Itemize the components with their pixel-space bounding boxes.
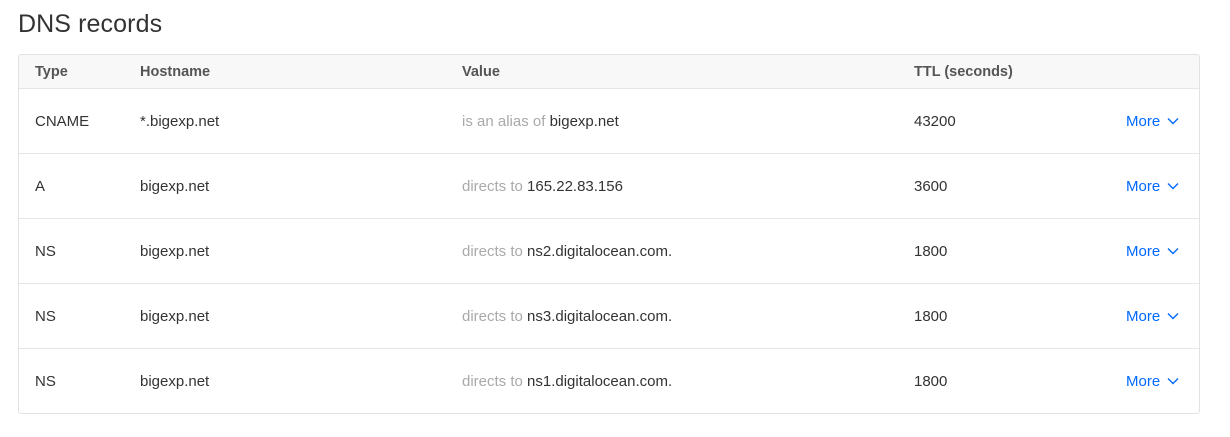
record-hostname: bigexp.net: [140, 372, 210, 390]
record-value-prefix: directs to: [462, 372, 523, 390]
record-hostname: bigexp.net: [140, 242, 210, 260]
chevron-down-icon: [1167, 183, 1179, 190]
record-value: bigexp.net: [549, 112, 619, 130]
column-header-type: Type: [35, 63, 68, 80]
more-button[interactable]: More: [1126, 113, 1179, 130]
table-row: A bigexp.net directs to 165.22.83.156 36…: [19, 153, 1199, 218]
more-button[interactable]: More: [1126, 308, 1179, 325]
record-value-cell: directs to 165.22.83.156: [462, 178, 623, 195]
table-row: NS bigexp.net directs to ns1.digitalocea…: [19, 348, 1199, 413]
more-button[interactable]: More: [1126, 178, 1179, 195]
record-type: NS: [35, 242, 56, 260]
record-value-cell: directs to ns3.digitalocean.com.: [462, 308, 672, 325]
table-row: NS bigexp.net directs to ns3.digitalocea…: [19, 283, 1199, 348]
record-value-prefix: is an alias of: [462, 112, 546, 130]
page-title: DNS records: [18, 10, 163, 38]
record-hostname: *.bigexp.net: [140, 112, 220, 130]
table-row: NS bigexp.net directs to ns2.digitalocea…: [19, 218, 1199, 283]
record-value-prefix: directs to: [462, 177, 523, 195]
chevron-down-icon: [1167, 378, 1179, 385]
record-hostname: bigexp.net: [140, 177, 210, 195]
record-type: NS: [35, 307, 56, 325]
dns-records-table: Type Hostname Value TTL (seconds) CNAME …: [18, 54, 1200, 414]
record-value-cell: directs to ns2.digitalocean.com.: [462, 243, 672, 260]
record-ttl: 1800: [914, 242, 948, 260]
more-button-label: More: [1126, 177, 1161, 195]
record-value-prefix: directs to: [462, 307, 523, 325]
chevron-down-icon: [1167, 313, 1179, 320]
record-value: 165.22.83.156: [527, 177, 623, 195]
more-button-label: More: [1126, 307, 1161, 325]
record-ttl: 1800: [914, 372, 948, 390]
chevron-down-icon: [1167, 118, 1179, 125]
record-type: CNAME: [35, 112, 90, 130]
record-type: A: [35, 177, 46, 195]
column-header-value: Value: [462, 63, 500, 80]
chevron-down-icon: [1167, 248, 1179, 255]
more-button-label: More: [1126, 112, 1161, 130]
record-hostname: bigexp.net: [140, 307, 210, 325]
record-value: ns1.digitalocean.com.: [527, 372, 673, 390]
record-value-cell: is an alias of bigexp.net: [462, 113, 619, 130]
more-button[interactable]: More: [1126, 243, 1179, 260]
record-value-cell: directs to ns1.digitalocean.com.: [462, 373, 672, 390]
table-row: CNAME *.bigexp.net is an alias of bigexp…: [19, 88, 1199, 153]
record-ttl: 1800: [914, 307, 948, 325]
record-ttl: 43200: [914, 112, 956, 130]
record-ttl: 3600: [914, 177, 948, 195]
table-header: Type Hostname Value TTL (seconds): [19, 55, 1199, 88]
more-button-label: More: [1126, 242, 1161, 260]
more-button[interactable]: More: [1126, 373, 1179, 390]
record-value-prefix: directs to: [462, 242, 523, 260]
more-button-label: More: [1126, 372, 1161, 390]
column-header-ttl: TTL (seconds): [914, 63, 1013, 80]
record-value: ns2.digitalocean.com.: [527, 242, 673, 260]
record-type: NS: [35, 372, 56, 390]
column-header-hostname: Hostname: [140, 63, 211, 80]
record-value: ns3.digitalocean.com.: [527, 307, 673, 325]
